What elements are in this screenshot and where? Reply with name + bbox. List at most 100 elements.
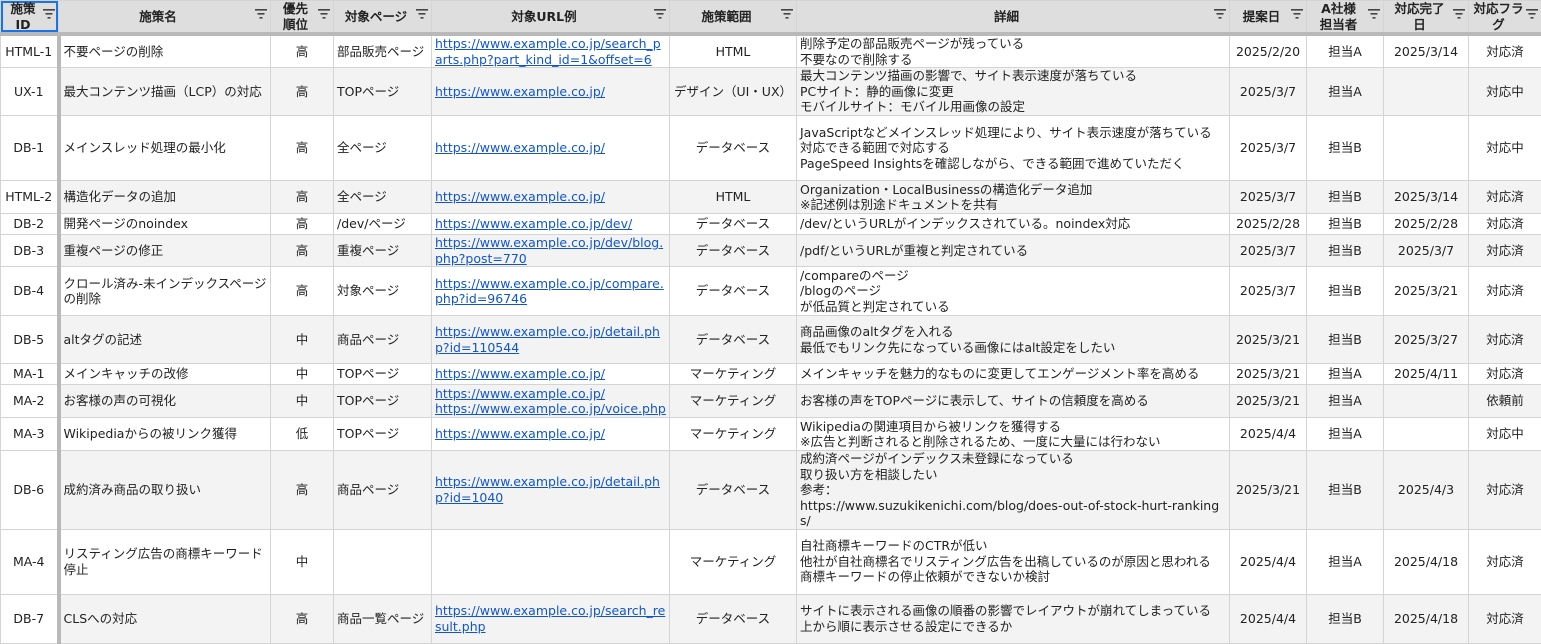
cell-owner[interactable]: 担当A [1307, 34, 1384, 68]
url-link[interactable]: https://www.example.co.jp/detail.php?id=… [435, 474, 666, 505]
cell-priority[interactable]: 高 [271, 451, 334, 530]
cell-priority[interactable]: 中 [271, 364, 334, 385]
cell-url[interactable]: https://www.example.co.jp/search_result.… [432, 594, 670, 643]
cell-id[interactable]: HTML-1 [1, 34, 59, 68]
filter-icon[interactable] [255, 9, 267, 19]
cell-detail[interactable]: お客様の声をTOPページに表示して、サイトの信頼度を高める [797, 385, 1230, 418]
cell-priority[interactable]: 高 [271, 214, 334, 235]
header-col-detail[interactable]: 詳細 [797, 1, 1230, 35]
cell-done[interactable] [1384, 418, 1469, 451]
cell-flag[interactable]: 対応済 [1469, 316, 1541, 364]
cell-id[interactable]: HTML-2 [1, 181, 59, 214]
cell-page[interactable]: TOPページ [334, 385, 432, 418]
cell-owner[interactable]: 担当A [1307, 529, 1384, 594]
filter-icon[interactable] [416, 9, 428, 19]
cell-url[interactable]: https://www.example.co.jp/ [432, 68, 670, 116]
cell-scope[interactable]: マーケティング [670, 364, 797, 385]
cell-owner[interactable]: 担当B [1307, 181, 1384, 214]
cell-flag[interactable]: 対応済 [1469, 235, 1541, 267]
header-col-owner[interactable]: A社様 担当者 [1307, 1, 1384, 35]
filter-icon[interactable] [1214, 9, 1226, 19]
header-col-id[interactable]: 施策 ID [1, 1, 59, 35]
header-col-proposed[interactable]: 提案日 [1230, 1, 1307, 35]
cell-priority[interactable]: 中 [271, 529, 334, 594]
cell-flag[interactable]: 対応済 [1469, 364, 1541, 385]
cell-priority[interactable]: 中 [271, 316, 334, 364]
cell-id[interactable]: DB-7 [1, 594, 59, 643]
cell-scope[interactable]: データベース [670, 594, 797, 643]
cell-detail[interactable]: メインキャッチを魅力的なものに変更してエンゲージメント率を高める [797, 364, 1230, 385]
url-link[interactable]: https://www.example.co.jp/voice.php [435, 401, 666, 417]
cell-url[interactable] [432, 529, 670, 594]
cell-page[interactable]: 商品ページ [334, 451, 432, 530]
cell-proposed[interactable]: 2025/3/7 [1230, 68, 1307, 116]
cell-proposed[interactable]: 2025/2/28 [1230, 214, 1307, 235]
cell-done[interactable]: 2025/3/14 [1384, 34, 1469, 68]
cell-page[interactable] [334, 529, 432, 594]
cell-name[interactable]: 不要ページの削除 [59, 34, 271, 68]
cell-id[interactable]: DB-4 [1, 267, 59, 316]
cell-id[interactable]: MA-2 [1, 385, 59, 418]
filter-icon[interactable] [1291, 9, 1303, 19]
cell-done[interactable]: 2025/4/3 [1384, 451, 1469, 530]
filter-icon[interactable] [781, 9, 793, 19]
url-link[interactable]: https://www.example.co.jp/ [435, 189, 666, 205]
header-col-priority[interactable]: 優先 順位 [271, 1, 334, 35]
cell-proposed[interactable]: 2025/4/4 [1230, 594, 1307, 643]
cell-proposed[interactable]: 2025/3/7 [1230, 267, 1307, 316]
cell-priority[interactable]: 高 [271, 116, 334, 181]
cell-priority[interactable]: 高 [271, 594, 334, 643]
cell-proposed[interactable]: 2025/2/20 [1230, 34, 1307, 68]
cell-scope[interactable]: データベース [670, 235, 797, 267]
cell-detail[interactable]: 最大コンテンツ描画の影響で、サイト表示速度が落ちている PCサイト：静的画像に変… [797, 68, 1230, 116]
cell-scope[interactable]: データベース [670, 214, 797, 235]
cell-flag[interactable]: 対応済 [1469, 529, 1541, 594]
cell-name[interactable]: リスティング広告の商標キーワード停止 [59, 529, 271, 594]
cell-detail[interactable]: サイトに表示される画像の順番の影響でレイアウトが崩れてしまっている 上から順に表… [797, 594, 1230, 643]
cell-name[interactable]: CLSへの対応 [59, 594, 271, 643]
cell-priority[interactable]: 高 [271, 68, 334, 116]
header-col-name[interactable]: 施策名 [59, 1, 271, 35]
cell-name[interactable]: 成約済み商品の取り扱い [59, 451, 271, 530]
cell-flag[interactable]: 対応済 [1469, 451, 1541, 530]
cell-done[interactable]: 2025/3/21 [1384, 267, 1469, 316]
cell-flag[interactable]: 対応中 [1469, 418, 1541, 451]
cell-page[interactable]: 商品ページ [334, 316, 432, 364]
cell-proposed[interactable]: 2025/4/4 [1230, 529, 1307, 594]
cell-name[interactable]: メインキャッチの改修 [59, 364, 271, 385]
cell-priority[interactable]: 高 [271, 34, 334, 68]
filter-icon[interactable] [318, 9, 330, 19]
cell-id[interactable]: MA-1 [1, 364, 59, 385]
cell-url[interactable]: https://www.example.co.jp/ [432, 181, 670, 214]
cell-url[interactable]: https://www.example.co.jp/search_parts.p… [432, 34, 670, 68]
cell-owner[interactable]: 担当A [1307, 68, 1384, 116]
cell-scope[interactable]: HTML [670, 181, 797, 214]
cell-id[interactable]: DB-3 [1, 235, 59, 267]
cell-scope[interactable]: データベース [670, 267, 797, 316]
cell-scope[interactable]: デザイン（UI・UX） [670, 68, 797, 116]
cell-detail[interactable]: /dev/というURLがインデックスされている。noindex対応 [797, 214, 1230, 235]
cell-flag[interactable]: 対応済 [1469, 267, 1541, 316]
cell-done[interactable] [1384, 116, 1469, 181]
cell-flag[interactable]: 対応済 [1469, 181, 1541, 214]
cell-priority[interactable]: 中 [271, 385, 334, 418]
cell-url[interactable]: https://www.example.co.jp/ [432, 418, 670, 451]
cell-name[interactable]: 最大コンテンツ描画（LCP）の対応 [59, 68, 271, 116]
filter-icon[interactable] [654, 9, 666, 19]
cell-flag[interactable]: 依頼前 [1469, 385, 1541, 418]
url-link[interactable]: https://www.example.co.jp/dev/blog.php?p… [435, 235, 666, 266]
cell-detail[interactable]: JavaScriptなどメインスレッド処理により、サイト表示速度が落ちている 対… [797, 116, 1230, 181]
cell-owner[interactable]: 担当B [1307, 214, 1384, 235]
cell-scope[interactable]: HTML [670, 34, 797, 68]
cell-name[interactable]: お客様の声の可視化 [59, 385, 271, 418]
cell-detail[interactable]: 自社商標キーワードのCTRが低い 他社が自社商標名でリスティング広告を出稿してい… [797, 529, 1230, 594]
cell-detail[interactable]: 削除予定の部品販売ページが残っている 不要なので削除する [797, 34, 1230, 68]
cell-owner[interactable]: 担当B [1307, 267, 1384, 316]
cell-id[interactable]: DB-1 [1, 116, 59, 181]
cell-url[interactable]: https://www.example.co.jp/dev/ [432, 214, 670, 235]
cell-page[interactable]: 全ページ [334, 116, 432, 181]
cell-done[interactable]: 2025/3/7 [1384, 235, 1469, 267]
cell-owner[interactable]: 担当A [1307, 418, 1384, 451]
cell-proposed[interactable]: 2025/3/7 [1230, 235, 1307, 267]
cell-id[interactable]: MA-4 [1, 529, 59, 594]
